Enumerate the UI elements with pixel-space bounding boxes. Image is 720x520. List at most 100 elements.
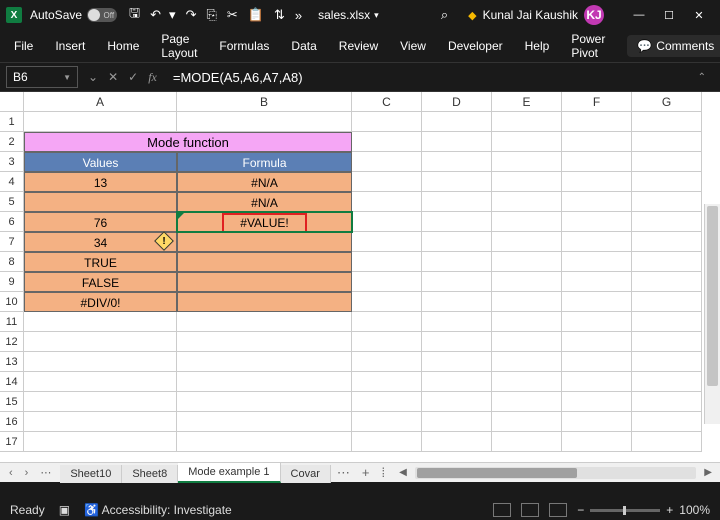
cell[interactable] bbox=[352, 132, 422, 152]
chevron-down-icon[interactable]: ▾ bbox=[374, 10, 379, 21]
cell[interactable] bbox=[352, 412, 422, 432]
scroll-left-icon[interactable]: ◀ bbox=[395, 467, 411, 478]
row-header[interactable]: 8 bbox=[0, 252, 24, 272]
cell[interactable] bbox=[177, 272, 352, 292]
cell[interactable] bbox=[24, 392, 177, 412]
cell[interactable] bbox=[562, 272, 632, 292]
comments-button[interactable]: 💬 Comments bbox=[627, 35, 720, 57]
row-header[interactable]: 4 bbox=[0, 172, 24, 192]
title-cell[interactable]: Mode function bbox=[24, 132, 352, 152]
cell[interactable] bbox=[177, 432, 352, 452]
cell[interactable] bbox=[24, 112, 177, 132]
cell[interactable] bbox=[632, 352, 702, 372]
user-account[interactable]: ◆ Kunal Jai Kaushik KJ bbox=[468, 5, 604, 25]
col-header[interactable]: D bbox=[422, 92, 492, 112]
cancel-formula-icon[interactable]: ✕ bbox=[104, 70, 122, 84]
minimize-icon[interactable]: — bbox=[624, 1, 654, 29]
cell[interactable] bbox=[492, 412, 562, 432]
zoom-in-icon[interactable]: + bbox=[666, 503, 673, 517]
select-all-corner[interactable] bbox=[0, 92, 24, 112]
col-header[interactable]: G bbox=[632, 92, 702, 112]
page-layout-view-icon[interactable] bbox=[521, 503, 539, 517]
cell[interactable] bbox=[352, 252, 422, 272]
page-break-view-icon[interactable] bbox=[549, 503, 567, 517]
cell[interactable] bbox=[632, 292, 702, 312]
tab-prev-icon[interactable]: ‹ bbox=[4, 465, 18, 481]
tab-review[interactable]: Review bbox=[339, 39, 378, 53]
sheet-tab[interactable]: Covar bbox=[281, 465, 331, 483]
col-header[interactable]: F bbox=[562, 92, 632, 112]
cell[interactable]: #DIV/0! bbox=[24, 292, 177, 312]
cell[interactable] bbox=[177, 332, 352, 352]
tab-view[interactable]: View bbox=[400, 39, 426, 53]
row-header[interactable]: 2 bbox=[0, 132, 24, 152]
row-header[interactable]: 9 bbox=[0, 272, 24, 292]
cell[interactable] bbox=[562, 312, 632, 332]
tab-help[interactable]: Help bbox=[525, 39, 550, 53]
undo-icon[interactable]: ↶ bbox=[150, 7, 161, 23]
expand-formula-icon[interactable]: ⌃ bbox=[690, 72, 714, 83]
cell[interactable] bbox=[422, 172, 492, 192]
cell[interactable] bbox=[562, 112, 632, 132]
cell[interactable] bbox=[492, 252, 562, 272]
horizontal-scrollbar[interactable] bbox=[415, 467, 697, 479]
cell[interactable] bbox=[422, 292, 492, 312]
cell[interactable] bbox=[177, 392, 352, 412]
spreadsheet-grid[interactable]: A B C D E F G 1 2 Mode function 3 Values… bbox=[0, 92, 720, 482]
cell[interactable] bbox=[562, 392, 632, 412]
cell[interactable] bbox=[422, 132, 492, 152]
cell[interactable] bbox=[24, 352, 177, 372]
copy-icon[interactable]: ⎘ bbox=[206, 7, 216, 23]
cell[interactable] bbox=[632, 372, 702, 392]
cell[interactable] bbox=[632, 172, 702, 192]
avatar[interactable]: KJ bbox=[584, 5, 604, 25]
cell[interactable] bbox=[422, 232, 492, 252]
cell[interactable] bbox=[632, 332, 702, 352]
cell[interactable] bbox=[352, 312, 422, 332]
cell[interactable] bbox=[492, 332, 562, 352]
tab-divider-icon[interactable]: ⁞ bbox=[375, 463, 391, 482]
cell[interactable] bbox=[177, 352, 352, 372]
cell[interactable] bbox=[632, 432, 702, 452]
cell[interactable] bbox=[352, 172, 422, 192]
row-header[interactable]: 5 bbox=[0, 192, 24, 212]
macro-icon[interactable]: ▣ bbox=[59, 503, 70, 517]
cell[interactable] bbox=[632, 232, 702, 252]
cell[interactable] bbox=[492, 132, 562, 152]
cut-icon[interactable]: ✂ bbox=[227, 7, 238, 23]
cell[interactable] bbox=[422, 332, 492, 352]
cell[interactable] bbox=[24, 332, 177, 352]
cell[interactable]: #N/A bbox=[177, 172, 352, 192]
row-header[interactable]: 17 bbox=[0, 432, 24, 452]
cell[interactable] bbox=[24, 312, 177, 332]
cell[interactable] bbox=[422, 312, 492, 332]
cell[interactable] bbox=[177, 372, 352, 392]
cell[interactable] bbox=[24, 372, 177, 392]
cell[interactable] bbox=[562, 412, 632, 432]
cell[interactable] bbox=[352, 112, 422, 132]
cell[interactable] bbox=[632, 312, 702, 332]
col-header[interactable]: C bbox=[352, 92, 422, 112]
cell[interactable] bbox=[562, 132, 632, 152]
cell[interactable] bbox=[492, 312, 562, 332]
cell[interactable]: 76 bbox=[24, 212, 177, 232]
accept-formula-icon[interactable]: ✓ bbox=[124, 70, 142, 84]
scroll-right-icon[interactable]: ▶ bbox=[700, 467, 716, 478]
cell[interactable] bbox=[632, 212, 702, 232]
tab-next-icon[interactable]: › bbox=[20, 465, 34, 481]
cell[interactable] bbox=[492, 172, 562, 192]
cell[interactable] bbox=[24, 432, 177, 452]
normal-view-icon[interactable] bbox=[493, 503, 511, 517]
more-icon[interactable]: » bbox=[295, 8, 302, 23]
cell[interactable] bbox=[632, 272, 702, 292]
cell[interactable] bbox=[177, 252, 352, 272]
maximize-icon[interactable]: ☐ bbox=[654, 1, 684, 29]
row-header[interactable]: 1 bbox=[0, 112, 24, 132]
cell[interactable] bbox=[632, 132, 702, 152]
tab-home[interactable]: Home bbox=[107, 39, 139, 53]
cell[interactable] bbox=[24, 412, 177, 432]
cell[interactable] bbox=[352, 352, 422, 372]
new-sheet-icon[interactable]: + bbox=[356, 463, 376, 482]
save-icon[interactable]: 🖫 bbox=[129, 4, 140, 26]
cell[interactable] bbox=[562, 352, 632, 372]
